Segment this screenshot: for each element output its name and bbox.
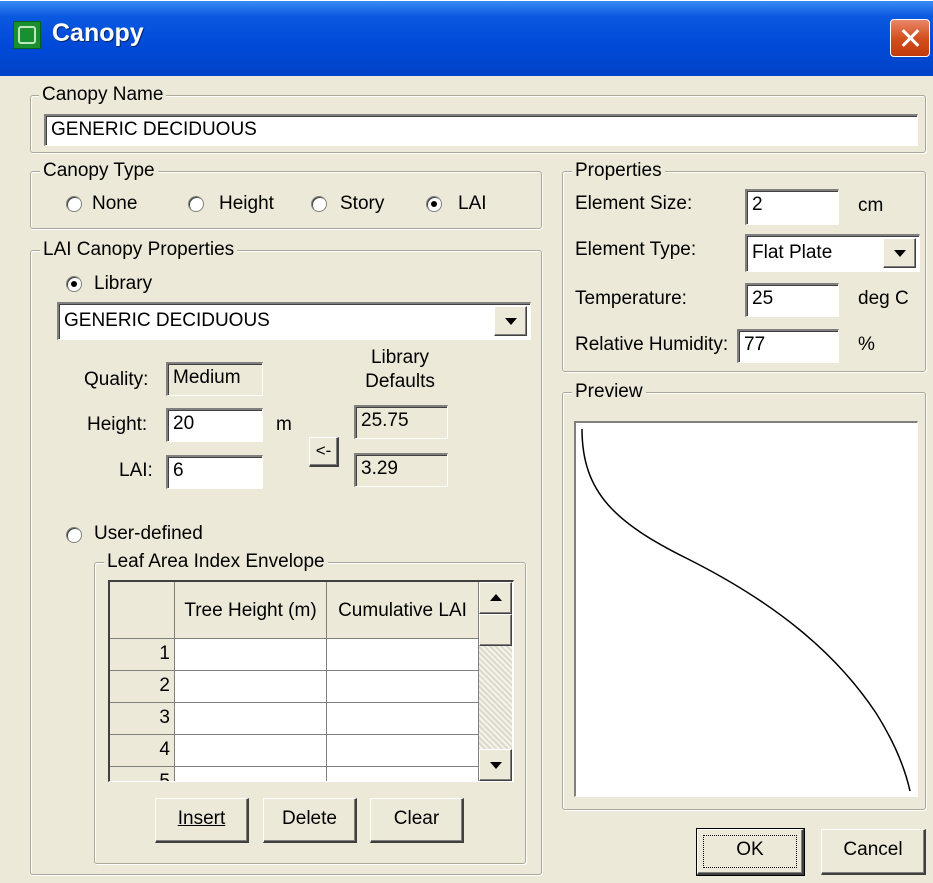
grid-cell[interactable] (175, 767, 327, 781)
delete-button[interactable]: Delete (263, 798, 357, 843)
grid-cell[interactable] (175, 735, 327, 767)
grid-cell[interactable] (175, 703, 327, 735)
chevron-down-icon (893, 250, 906, 257)
element-size-label: Element Size: (575, 193, 693, 214)
arrow-up-icon (489, 594, 502, 601)
copy-defaults-button[interactable]: <- (309, 437, 339, 467)
humidity-input[interactable]: 77 (737, 329, 839, 363)
cancel-button-label: Cancel (843, 839, 903, 860)
delete-button-label: Delete (282, 808, 337, 829)
window-title: Canopy (52, 19, 144, 47)
radio-lai[interactable] (426, 196, 442, 212)
element-size-input[interactable]: 2 (745, 189, 839, 225)
grid-row-header[interactable]: 2 (110, 671, 175, 703)
lai-label: LAI: (119, 460, 153, 481)
radio-library[interactable] (66, 276, 82, 292)
default-lai-value: 3.29 (354, 453, 448, 487)
scroll-up-button[interactable] (479, 582, 512, 614)
grid-row-header[interactable]: 5 (110, 767, 175, 781)
height-label: Height: (87, 414, 148, 435)
preview-canvas (574, 421, 918, 797)
scroll-thumb[interactable] (479, 614, 512, 646)
chevron-down-icon (504, 318, 517, 325)
humidity-unit: % (858, 334, 875, 355)
lai-properties-legend: LAI Canopy Properties (40, 238, 238, 262)
humidity-label: Relative Humidity: (575, 334, 729, 355)
height-unit: m (276, 414, 292, 435)
library-dropdown[interactable]: GENERIC DECIDUOUS (57, 302, 531, 340)
radio-height-label: Height (219, 193, 274, 214)
radio-story-label: Story (340, 193, 385, 214)
grid-cell[interactable] (327, 703, 479, 735)
radio-library-label: Library (94, 273, 153, 294)
grid-row-header[interactable]: 4 (110, 735, 175, 767)
preview-legend: Preview (572, 380, 646, 404)
insert-button-label: Insert (177, 808, 226, 829)
radio-story[interactable] (311, 196, 327, 212)
radio-none-label: None (92, 193, 138, 214)
close-icon[interactable] (890, 19, 930, 57)
grid-cell[interactable] (327, 671, 479, 703)
default-height-value: 25.75 (354, 405, 448, 439)
properties-legend: Properties (572, 159, 665, 183)
lai-profile-curve (581, 428, 911, 792)
quality-value: Medium (166, 362, 263, 396)
grid-cell[interactable] (175, 671, 327, 703)
temperature-unit: deg C (858, 288, 909, 309)
radio-none[interactable] (66, 196, 82, 212)
element-type-dropdown-button[interactable] (883, 238, 916, 268)
grid-row-header[interactable]: 1 (110, 639, 175, 671)
grid-cell[interactable] (175, 639, 327, 671)
element-type-value: Flat Plate (752, 242, 833, 263)
scroll-down-button[interactable] (479, 749, 512, 781)
envelope-grid[interactable]: Tree Height (m) Cumulative LAI 1 2 3 4 5 (108, 580, 514, 782)
insert-button[interactable]: Insert (155, 798, 249, 843)
library-dropdown-value: GENERIC DECIDUOUS (64, 310, 270, 331)
title-bar: Canopy (0, 0, 933, 76)
envelope-legend: Leaf Area Index Envelope (104, 550, 328, 574)
lai-input[interactable]: 6 (166, 455, 263, 489)
grid-cell[interactable] (327, 767, 479, 781)
height-input[interactable]: 20 (166, 408, 263, 442)
grid-column-header[interactable]: Tree Height (m) (175, 582, 327, 639)
quality-label: Quality: (84, 369, 149, 390)
library-defaults-line2: Defaults (365, 371, 435, 392)
library-dropdown-button[interactable] (494, 306, 527, 336)
radio-user-defined-label: User-defined (94, 523, 203, 544)
grid-cell[interactable] (327, 735, 479, 767)
canopy-name-legend: Canopy Name (39, 83, 167, 107)
temperature-input[interactable]: 25 (745, 283, 839, 317)
grid-cell[interactable] (327, 639, 479, 671)
temperature-label: Temperature: (575, 288, 687, 309)
cancel-button[interactable]: Cancel (821, 829, 926, 875)
canopy-type-legend: Canopy Type (40, 159, 158, 183)
radio-height[interactable] (188, 196, 204, 212)
app-grid-icon (13, 21, 41, 49)
clear-button-label: Clear (393, 808, 440, 829)
ok-focus-rect (703, 835, 797, 868)
clear-button[interactable]: Clear (370, 798, 464, 843)
library-defaults-line1: Library (370, 347, 430, 368)
radio-lai-label: LAI (458, 193, 487, 214)
ok-button[interactable]: OK (696, 828, 805, 876)
element-type-label: Element Type: (575, 239, 697, 260)
canopy-name-input[interactable]: GENERIC DECIDUOUS (44, 114, 918, 146)
radio-user-defined[interactable] (66, 527, 82, 543)
grid-row-header[interactable]: 3 (110, 703, 175, 735)
element-size-unit: cm (858, 195, 884, 216)
grid-corner (110, 582, 175, 639)
arrow-down-icon (489, 762, 502, 769)
grid-column-header[interactable]: Cumulative LAI (327, 582, 479, 639)
